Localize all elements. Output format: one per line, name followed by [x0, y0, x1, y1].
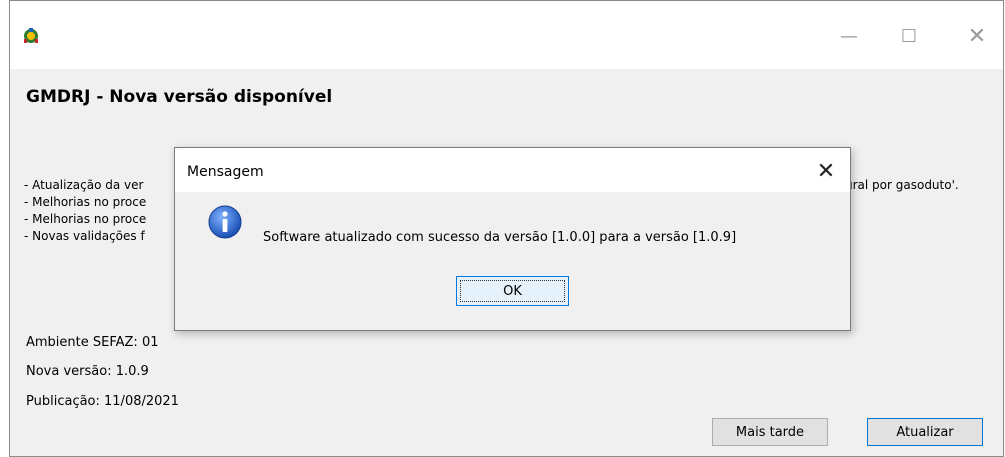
update-button[interactable]: Atualizar: [867, 418, 983, 446]
dialog-message: Software atualizado com sucesso da versã…: [263, 230, 737, 245]
info-icon: [208, 205, 242, 239]
environment-label: Ambiente SEFAZ: 01: [26, 335, 159, 350]
close-button[interactable]: ✕: [954, 21, 1000, 51]
new-version-label: Nova versão: 1.0.9: [26, 364, 149, 379]
title-bar: — ☐ ✕: [10, 1, 1003, 69]
later-button[interactable]: Mais tarde: [712, 418, 828, 446]
release-notes: - Atualização da ver - Melhorias no proc…: [24, 177, 146, 245]
focus-ring: [460, 280, 565, 302]
release-note-item: - Melhorias no proce: [24, 195, 147, 209]
release-note-item: - Atualização da ver: [24, 178, 144, 192]
release-note-item: - Melhorias no proce: [24, 212, 147, 226]
maximize-button[interactable]: ☐: [886, 21, 932, 51]
message-dialog: Mensagem ✕ Software atualizado com suces…: [174, 147, 851, 331]
release-note-item: - Novas validações f: [24, 229, 145, 243]
page-title: GMDRJ - Nova versão disponível: [26, 87, 333, 107]
dialog-close-button[interactable]: ✕: [811, 156, 841, 186]
publication-date-label: Publicação: 11/08/2021: [26, 394, 179, 409]
dialog-title: Mensagem: [187, 164, 264, 180]
ok-button[interactable]: OK: [456, 276, 569, 306]
app-logo-icon: [24, 28, 38, 43]
dialog-title-bar: Mensagem ✕: [175, 148, 850, 192]
minimize-button[interactable]: —: [826, 21, 872, 51]
release-note-tail: ural por gasoduto'.: [845, 178, 959, 192]
